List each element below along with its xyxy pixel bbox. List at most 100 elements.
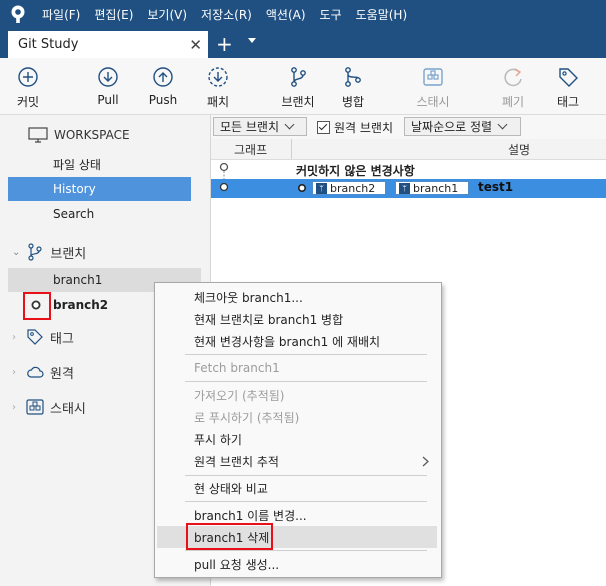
menu-item-fetch[interactable]: Fetch branch1 — [157, 357, 437, 379]
push-label: Push — [148, 93, 178, 107]
sidebar-item-label: branch2 — [53, 298, 109, 312]
menu-item-diff-current[interactable]: 현 상태와 비교 — [157, 477, 437, 499]
menu-edit[interactable]: 편집(E) — [94, 6, 133, 23]
pull-label: Pull — [97, 93, 119, 107]
menu-tools[interactable]: 도구 — [320, 6, 342, 23]
chevron-right-icon[interactable]: › — [12, 332, 16, 343]
menu-item-rebase[interactable]: 현재 변경사항을 branch1 에 재배치 — [157, 330, 437, 352]
merge-label: 병합 — [341, 95, 365, 109]
chevron-down-icon — [284, 119, 295, 130]
commit-row-test1[interactable]: ᛘ branch2 ᛘ branch1 test1 — [211, 179, 606, 198]
discard-undo-icon — [504, 68, 522, 87]
commit-row-uncommitted[interactable]: 커밋하지 않은 변경사항 — [211, 160, 606, 179]
commit-list-header: 그래프 설명 — [211, 139, 606, 160]
push-arrow-up-icon — [153, 67, 173, 87]
tab-dropdown-icon[interactable] — [248, 38, 256, 43]
branches-label: 브랜치 — [50, 246, 87, 262]
remote-branch-toggle[interactable]: 원격 브랜치 — [317, 119, 393, 136]
menu-item-push[interactable]: 푸시 하기 — [157, 428, 437, 450]
fetch-label: 패치 — [206, 95, 230, 109]
menu-item-track-remote[interactable]: 원격 브랜치 추적 — [157, 450, 437, 472]
branch-icon — [28, 243, 42, 261]
stash-button[interactable]: 스태시 — [405, 62, 461, 110]
filter-bar: 모든 브랜치 원격 브랜치 날짜순으로 정렬 — [211, 115, 606, 139]
menu-item-label: 원격 브랜치 추적 — [194, 454, 279, 469]
branch-button[interactable]: 브랜치 — [270, 62, 326, 110]
menu-item-pull-tracked[interactable]: 가져오기 (추적됨) — [157, 384, 437, 406]
branch-filter-value: 모든 브랜치 — [220, 120, 280, 134]
menu-separator — [185, 501, 427, 502]
pull-arrow-down-icon — [98, 67, 118, 87]
branch-filter-dropdown[interactable]: 모든 브랜치 — [213, 117, 307, 136]
branch-label-branch2[interactable]: ᛘ branch2 — [312, 181, 386, 195]
commit-message: test1 — [478, 180, 514, 194]
menu-help[interactable]: 도움말(H) — [356, 6, 408, 23]
submenu-chevron-right-icon — [422, 456, 429, 467]
workspace-label: WORKSPACE — [54, 128, 130, 142]
branch-icon: ᛘ — [316, 182, 327, 194]
graph-node-icon — [219, 182, 229, 192]
cloud-icon — [27, 366, 44, 378]
tab-bar: Git Study ✕ + — [0, 28, 606, 58]
column-graph[interactable]: 그래프 — [234, 141, 267, 158]
menu-view[interactable]: 보기(V) — [147, 6, 187, 23]
tag-icon — [27, 329, 43, 345]
menu-separator — [185, 475, 427, 476]
highlight-box-branch2 — [23, 292, 51, 320]
check-icon — [318, 121, 328, 131]
menu-file[interactable]: 파일(F) — [42, 6, 80, 23]
column-divider[interactable] — [291, 139, 292, 159]
tab-title: Git Study — [18, 37, 79, 52]
menu-bar: 파일(F) 편집(E) 보기(V) 저장소(R) 액션(A) 도구 도움말(H) — [0, 0, 606, 28]
menu-item-merge-into-current[interactable]: 현재 브랜치로 branch1 병합 — [157, 308, 437, 330]
discard-button[interactable]: 폐기 — [485, 62, 541, 110]
sidebar-item-label: History — [53, 182, 96, 196]
sort-dropdown[interactable]: 날짜순으로 정렬 — [404, 117, 521, 136]
sidebar-item-label: branch1 — [53, 273, 103, 287]
merge-button[interactable]: 병합 — [325, 62, 381, 110]
commit-button[interactable]: 커밋 — [0, 62, 56, 110]
pull-button[interactable]: Pull — [80, 62, 136, 107]
chevron-right-icon[interactable]: › — [12, 367, 16, 378]
chevron-right-icon[interactable]: › — [12, 402, 16, 413]
menu-separator — [185, 381, 427, 382]
sidebar-item-search[interactable]: Search — [8, 202, 191, 226]
fetch-button[interactable]: 패치 — [190, 62, 246, 110]
close-tab-icon[interactable]: ✕ — [189, 36, 202, 54]
discard-label: 폐기 — [501, 95, 525, 109]
menu-item-push-tracked[interactable]: 로 푸시하기 (추적됨) — [157, 406, 437, 428]
sidebar-item-label: 파일 상태 — [53, 157, 101, 172]
branch-label: 브랜치 — [281, 95, 315, 109]
remote-branch-checkbox[interactable] — [317, 121, 330, 134]
sidebar-item-file-status[interactable]: 파일 상태 — [8, 152, 191, 176]
column-description[interactable]: 설명 — [508, 141, 530, 158]
chevron-down-icon — [497, 119, 508, 130]
highlight-box-delete — [186, 523, 273, 550]
sidebar-branches-header[interactable]: ⌄ 브랜치 — [0, 240, 210, 264]
app-logo-icon — [11, 5, 25, 23]
new-tab-plus-icon[interactable]: + — [216, 32, 233, 56]
fetch-dashed-arrow-icon — [208, 67, 228, 87]
push-button[interactable]: Push — [135, 62, 191, 107]
toolbar: 커밋 Pull Push 패치 브랜치 병합 스태시 폐기 태그 — [0, 58, 606, 115]
stashes-label: 스태시 — [50, 401, 86, 417]
menu-item-checkout[interactable]: 체크아웃 branch1... — [157, 286, 437, 308]
stash-icon — [26, 399, 44, 415]
tag-button[interactable]: 태그 — [540, 62, 596, 110]
tab-git-study[interactable]: Git Study ✕ — [8, 31, 208, 58]
stash-label: 스태시 — [416, 95, 450, 109]
sidebar-item-history[interactable]: History — [8, 177, 191, 201]
remote-branch-label: 원격 브랜치 — [334, 121, 394, 135]
menu-repository[interactable]: 저장소(R) — [201, 6, 252, 23]
merge-icon — [345, 67, 361, 87]
monitor-icon — [28, 127, 48, 143]
menu-actions[interactable]: 액션(A) — [266, 6, 306, 23]
tag-label: 태그 — [556, 95, 580, 109]
chevron-down-icon[interactable]: ⌄ — [12, 247, 20, 258]
branch-chip-text: branch1 — [413, 181, 459, 195]
sidebar-item-label: Search — [53, 207, 95, 221]
uncommitted-changes-label: 커밋하지 않은 변경사항 — [296, 164, 415, 178]
head-marker-icon — [297, 183, 307, 193]
branch-label-branch1[interactable]: ᛘ branch1 — [395, 181, 469, 195]
menu-item-create-pull-request[interactable]: pull 요청 생성... — [157, 553, 437, 575]
